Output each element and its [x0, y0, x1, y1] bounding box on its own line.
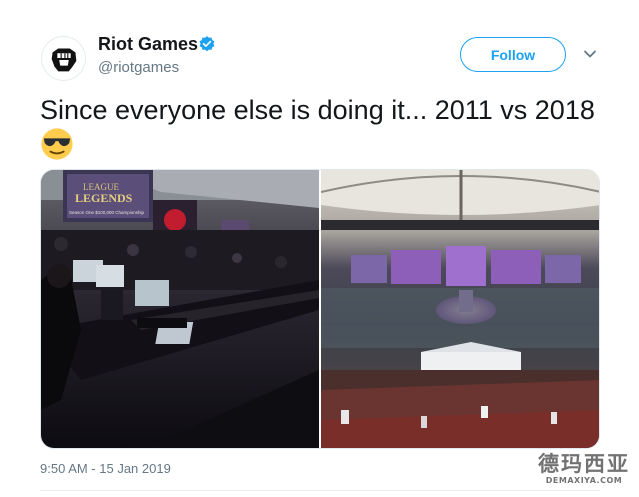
divider	[40, 490, 600, 491]
tweet-card: Riot Games @riotgames Follow Since every…	[0, 0, 639, 497]
tweet-text: Since everyone else is doing it... 2011 …	[40, 95, 595, 125]
chevron-down-icon[interactable]	[582, 46, 598, 62]
media-gallery[interactable]: LEAGUE LEGENDS Season One $100,000 Champ…	[40, 169, 600, 449]
verified-badge-icon	[199, 36, 215, 52]
avatar[interactable]	[41, 36, 86, 81]
photo-2018-stadium[interactable]	[321, 170, 600, 449]
riot-fist-logo-icon	[51, 48, 76, 71]
photo-2011-event[interactable]: LEAGUE LEGENDS Season One $100,000 Champ…	[41, 170, 319, 449]
banner-text-3: Season One $100,000 Championship	[69, 210, 145, 215]
display-name[interactable]: Riot Games	[98, 33, 198, 55]
watermark-logo: 德玛西亚 DEMAXIYA.COM	[534, 452, 634, 486]
follow-button[interactable]: Follow	[460, 37, 566, 72]
smiling-face-with-sunglasses-emoji	[41, 128, 73, 160]
watermark-en: DEMAXIYA.COM	[545, 476, 623, 485]
watermark-cn: 德玛西亚	[538, 452, 630, 476]
banner-text-2: LEGENDS	[75, 191, 133, 205]
account-handle[interactable]: @riotgames	[98, 58, 179, 78]
tweet-timestamp[interactable]: 9:50 AM - 15 Jan 2019	[40, 461, 171, 476]
